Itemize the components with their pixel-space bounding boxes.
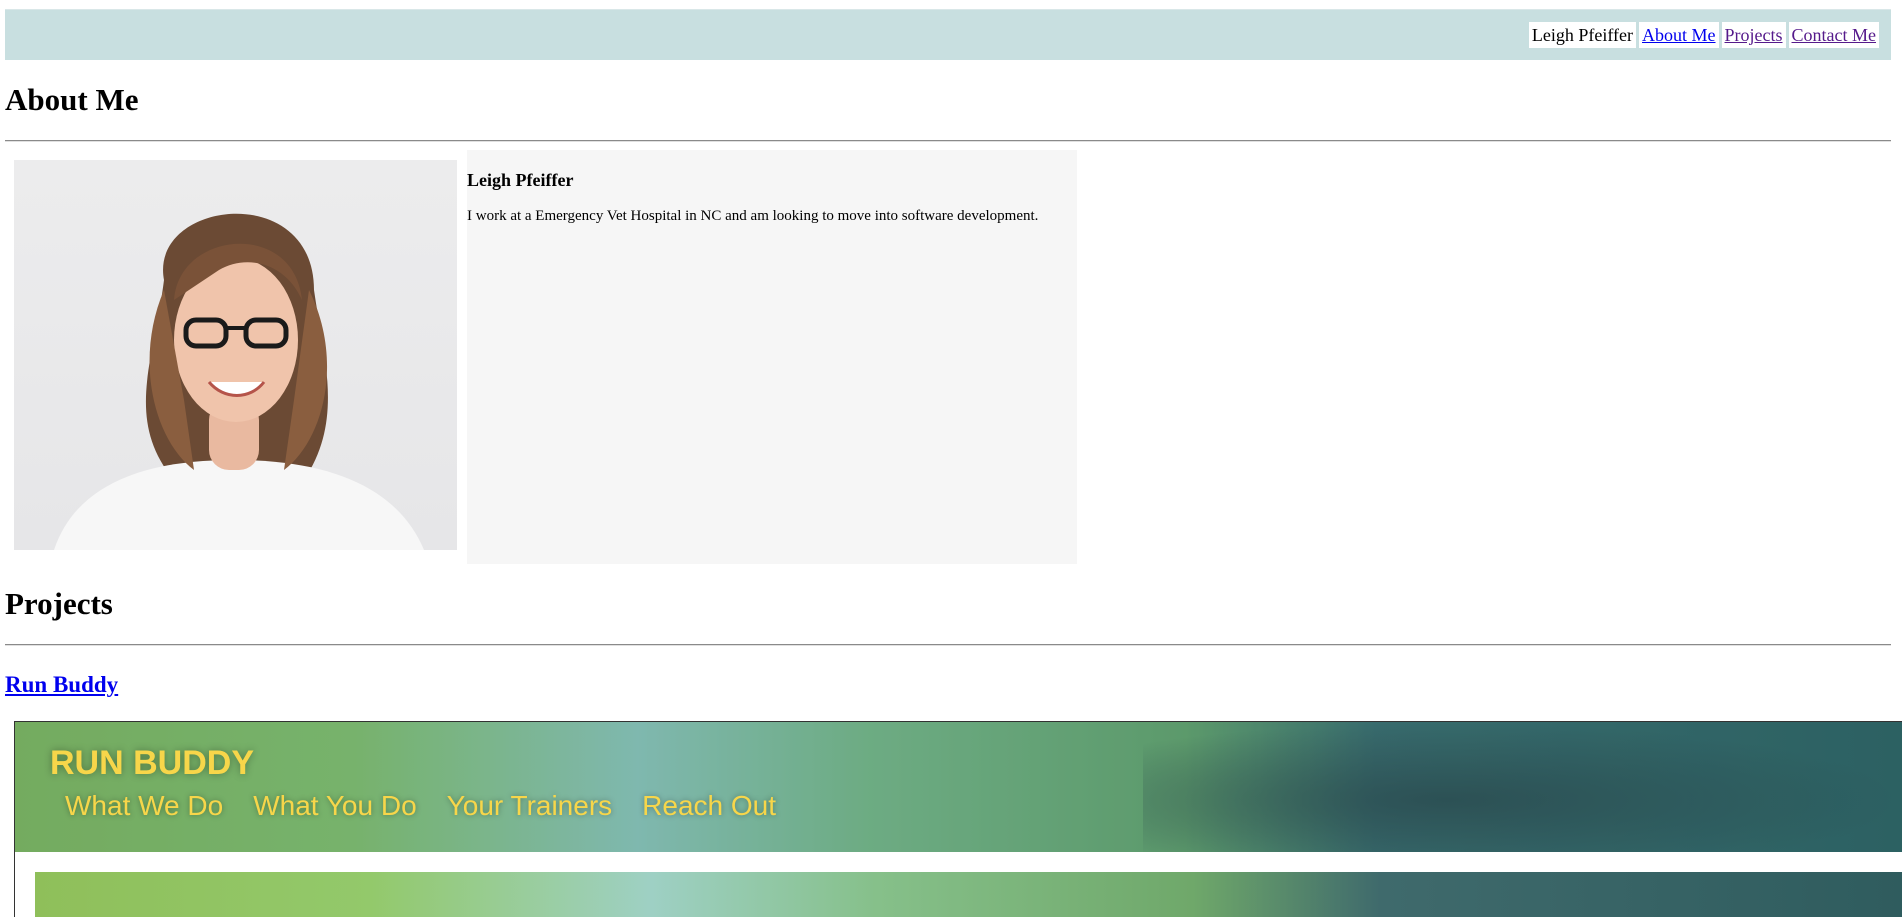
about-heading: About Me [5, 82, 139, 117]
preview-hero-image [35, 872, 1902, 917]
bio-card: Leigh Pfeiffer I work at a Emergency Vet… [467, 150, 1077, 564]
preview-nav-your-trainers[interactable]: Your Trainers [447, 790, 613, 822]
project-link-run-buddy[interactable]: Run Buddy [5, 672, 118, 698]
nav-link-projects[interactable]: Projects [1721, 22, 1786, 48]
bio-text: I work at a Emergency Vet Hospital in NC… [467, 208, 1039, 224]
project-preview-run-buddy[interactable]: RUN BUDDY What We Do What You Do Your Tr… [14, 721, 1902, 917]
runner-image [1143, 722, 1902, 852]
nav-link-about[interactable]: About Me [1639, 22, 1719, 48]
about-divider [5, 140, 1891, 142]
nav-link-contact[interactable]: Contact Me [1788, 22, 1879, 48]
top-navbar: Leigh Pfeiffer About Me Projects Contact… [5, 9, 1891, 60]
projects-heading: Projects [5, 586, 113, 621]
preview-nav-what-we-do[interactable]: What We Do [65, 790, 223, 822]
nav-name: Leigh Pfeiffer [1528, 22, 1637, 48]
main-nav: Leigh Pfeiffer About Me Projects Contact… [1528, 22, 1879, 48]
preview-nav-what-you-do[interactable]: What You Do [253, 790, 416, 822]
preview-brand: RUN BUDDY [50, 744, 254, 782]
projects-divider [5, 644, 1891, 646]
bio-name: Leigh Pfeiffer [467, 170, 574, 190]
preview-header: RUN BUDDY What We Do What You Do Your Tr… [15, 722, 1902, 852]
preview-nav-reach-out[interactable]: Reach Out [642, 790, 776, 822]
profile-photo [14, 160, 457, 550]
portrait-image [54, 213, 424, 550]
preview-nav: What We Do What You Do Your Trainers Rea… [65, 790, 776, 822]
